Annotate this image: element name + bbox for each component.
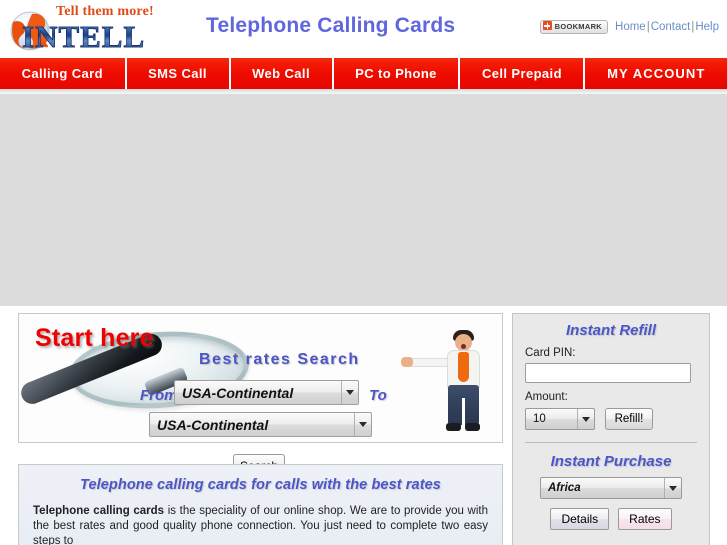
info-lead: Telephone calling cards <box>33 505 165 517</box>
amount-value: 10 <box>533 413 546 425</box>
header-link-help[interactable]: Help <box>695 21 719 33</box>
chevron-down-icon <box>341 381 358 404</box>
nav-item-sms-call[interactable]: SMS Call <box>127 58 231 89</box>
instant-refill-title: Instant Refill <box>565 322 656 339</box>
best-rates-search-label: Best rates Search <box>199 351 360 368</box>
to-country-select[interactable]: USA-Continental <box>149 412 372 437</box>
card-pin-label: Card PIN: <box>525 347 576 359</box>
header-link-contact[interactable]: Contact <box>651 21 691 33</box>
refill-button[interactable]: Refill! <box>605 408 653 430</box>
site-logo[interactable]: Tell them more! INTELL <box>8 2 188 55</box>
page-title: Telephone Calling Cards <box>206 14 456 37</box>
to-label: To <box>369 387 387 404</box>
start-here-label: Start here <box>35 324 154 352</box>
purchase-country-select[interactable]: Africa <box>540 477 682 499</box>
site-header: Tell them more! INTELL Telephone Calling… <box>0 0 727 58</box>
rates-button[interactable]: Rates <box>618 508 672 530</box>
amount-label: Amount: <box>525 391 568 403</box>
amount-select[interactable]: 10 <box>525 408 595 430</box>
plus-square-icon <box>542 21 552 30</box>
main-navigation: Calling Card SMS Call Web Call PC to Pho… <box>0 58 727 89</box>
sidebar-divider <box>525 442 697 443</box>
to-country-value: USA-Continental <box>157 416 269 433</box>
banner-area <box>0 94 727 306</box>
from-country-value: USA-Continental <box>182 384 294 401</box>
header-link-home[interactable]: Home <box>615 21 646 33</box>
main-content: Start here Best rates Search From: To US… <box>0 306 727 545</box>
pointing-boy-image <box>401 328 490 434</box>
logo-tagline: Tell them more! <box>56 4 154 19</box>
purchase-country-value: Africa <box>548 482 581 494</box>
page-root: Tell them more! INTELL Telephone Calling… <box>0 0 727 545</box>
details-button[interactable]: Details <box>550 508 610 530</box>
refill-row: 10 Refill! <box>525 408 697 430</box>
chevron-down-icon <box>354 413 371 436</box>
sidebar: Instant Refill Card PIN: Amount: 10 Refi… <box>512 313 710 545</box>
chevron-down-icon <box>664 478 681 498</box>
instant-purchase-title: Instant Purchase <box>550 453 672 470</box>
nav-item-my-account[interactable]: MY ACCOUNT <box>585 58 727 89</box>
info-text: Telephone calling cards is the specialit… <box>33 504 488 545</box>
bookmark-label: BOOKMARK <box>554 22 603 31</box>
info-box: Telephone calling cards for calls with t… <box>18 464 503 545</box>
card-pin-input[interactable] <box>525 363 691 383</box>
nav-item-web-call[interactable]: Web Call <box>231 58 334 89</box>
nav-item-cell-prepaid[interactable]: Cell Prepaid <box>460 58 586 89</box>
nav-item-pc-to-phone[interactable]: PC to Phone <box>334 58 461 89</box>
purchase-buttons: Details Rates <box>525 508 697 530</box>
logo-wordmark: INTELL <box>22 19 146 55</box>
header-links: BOOKMARK Home|Contact|Help <box>539 20 719 34</box>
bookmark-button[interactable]: BOOKMARK <box>539 20 609 34</box>
chevron-down-icon <box>577 409 594 429</box>
from-country-select[interactable]: USA-Continental <box>174 380 359 405</box>
info-title: Telephone calling cards for calls with t… <box>80 477 441 493</box>
best-rates-search-panel: Start here Best rates Search From: To US… <box>18 313 503 443</box>
nav-item-calling-card[interactable]: Calling Card <box>0 58 127 89</box>
